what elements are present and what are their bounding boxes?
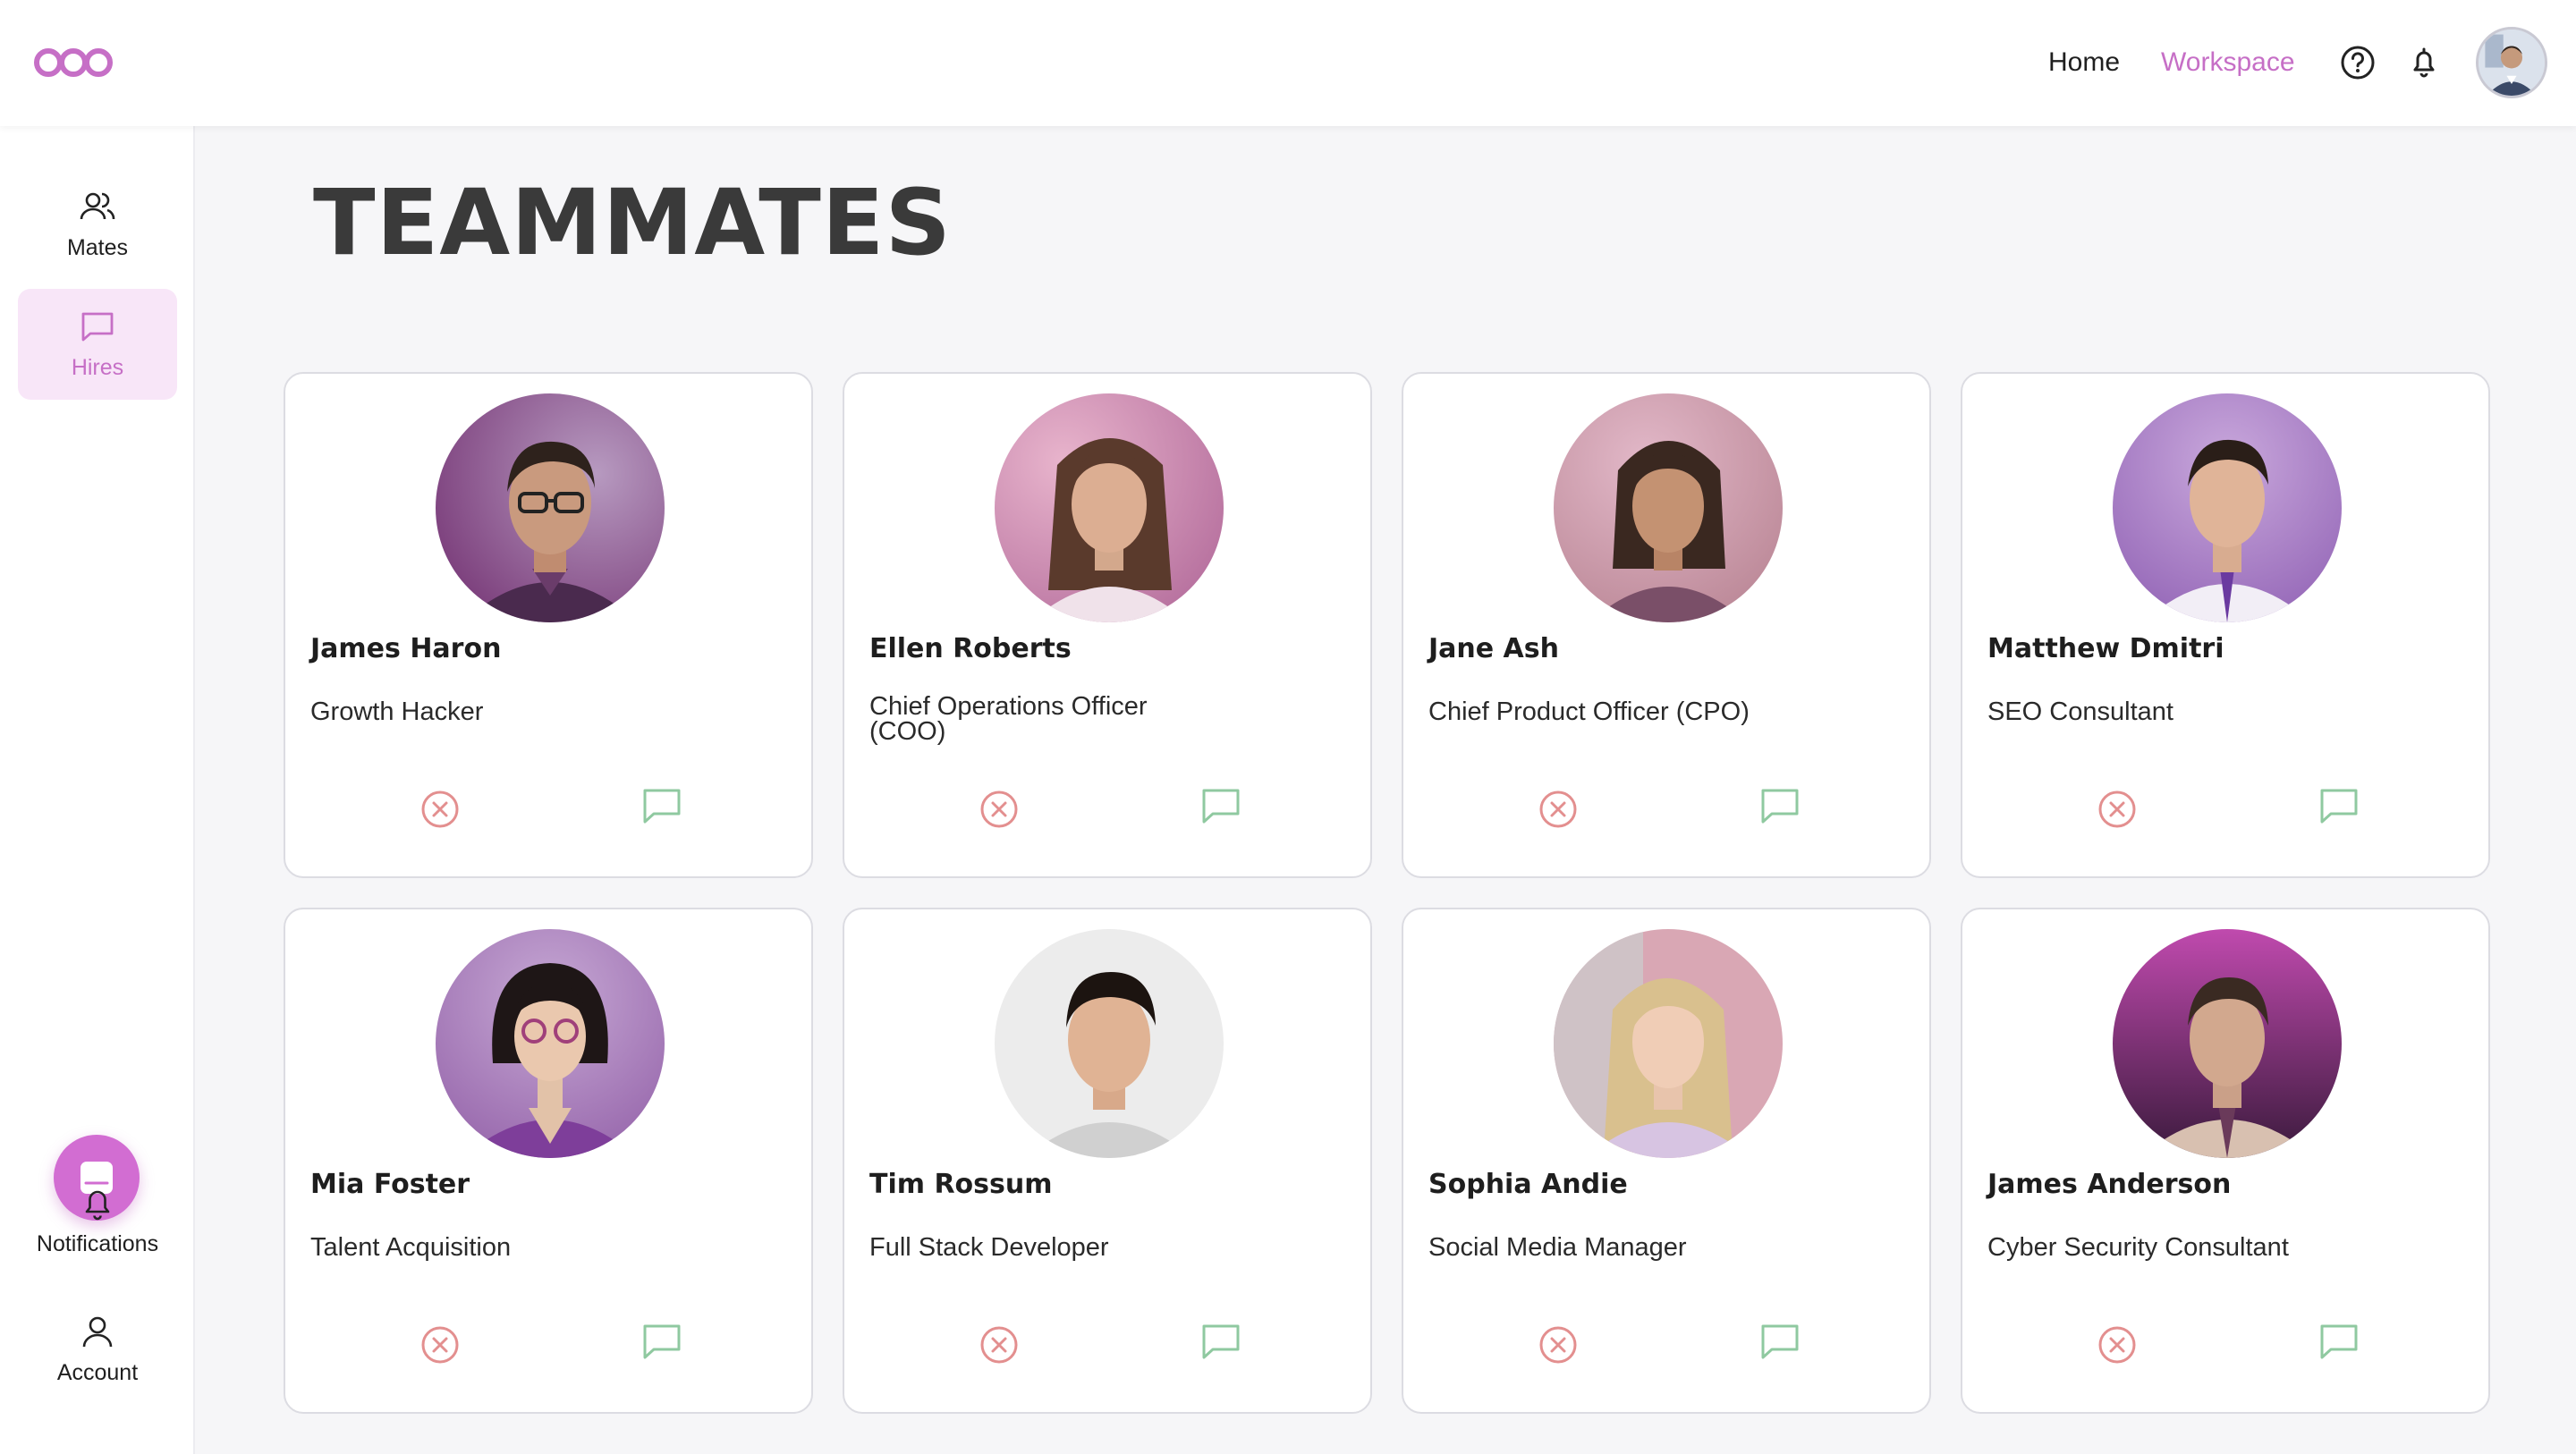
- bell-icon[interactable]: [2406, 45, 2442, 80]
- chat-bubble-icon[interactable]: [2318, 1321, 2360, 1362]
- user-avatar[interactable]: [2476, 27, 2547, 98]
- teammate-card[interactable]: James Haron Growth Hacker: [284, 372, 813, 878]
- teammate-name: Sophia Andie: [1428, 1169, 1628, 1200]
- users-icon: [80, 192, 115, 220]
- user-icon: [82, 1316, 113, 1348]
- remove-circle-icon[interactable]: [2097, 1324, 2138, 1365]
- nav-workspace-link[interactable]: Workspace: [2161, 45, 2295, 80]
- teammate-card[interactable]: Sophia Andie Social Media Manager: [1402, 908, 1931, 1414]
- chat-bubble-icon[interactable]: [641, 785, 682, 826]
- top-bar: Home Workspace: [0, 0, 2576, 126]
- teammate-card[interactable]: Mia Foster Talent Acquisition: [284, 908, 813, 1414]
- teammate-photo: [436, 393, 665, 622]
- nav-home-link[interactable]: Home: [2048, 45, 2120, 80]
- teammate-photo: [1554, 929, 1783, 1158]
- remove-circle-icon[interactable]: [2097, 789, 2138, 830]
- teammate-name: Ellen Roberts: [869, 633, 1072, 664]
- remove-circle-icon[interactable]: [419, 789, 461, 830]
- sidebar-item-label: Hires: [71, 355, 124, 380]
- remove-circle-icon[interactable]: [979, 789, 1020, 830]
- sidebar-item-hires[interactable]: Hires: [18, 289, 177, 400]
- sidebar-item-notifications[interactable]: Notifications: [18, 1165, 177, 1276]
- sidebar: Mates Hires Notifications Account: [0, 126, 195, 1454]
- teammate-name: Jane Ash: [1428, 633, 1559, 664]
- teammate-card[interactable]: James Anderson Cyber Security Consultant: [1961, 908, 2490, 1414]
- teammate-photo: [995, 929, 1224, 1158]
- chat-bubble-icon[interactable]: [2318, 785, 2360, 826]
- chat-bubble-icon[interactable]: [1200, 1321, 1241, 1362]
- chat-bubble-icon[interactable]: [1759, 785, 1801, 826]
- teammate-photo: [2113, 929, 2342, 1158]
- teammate-role: Cyber Security Consultant: [1987, 1233, 2289, 1262]
- remove-circle-icon[interactable]: [1538, 1324, 1579, 1365]
- bell-icon: [85, 1190, 110, 1221]
- sidebar-item-account[interactable]: Account: [18, 1294, 177, 1405]
- teammate-role: Chief Product Officer (CPO): [1428, 697, 1750, 726]
- help-icon[interactable]: [2340, 45, 2376, 80]
- page-title: TEAMMATES: [313, 170, 952, 276]
- sidebar-item-label: Account: [56, 1360, 139, 1385]
- teammate-role: Social Media Manager: [1428, 1233, 1687, 1262]
- chat-bubble-icon[interactable]: [1200, 785, 1241, 826]
- chat-bubble-icon[interactable]: [1759, 1321, 1801, 1362]
- teammate-card[interactable]: Ellen Roberts Chief Operations Officer (…: [843, 372, 1372, 878]
- teammate-photo: [436, 929, 665, 1158]
- teammate-role: Talent Acquisition: [310, 1233, 512, 1262]
- teammate-name: Matthew Dmitri: [1987, 633, 2224, 664]
- chat-icon: [81, 312, 114, 342]
- teammate-name: Mia Foster: [310, 1169, 470, 1200]
- remove-circle-icon[interactable]: [979, 1324, 1020, 1365]
- sidebar-item-label: Notifications: [36, 1231, 159, 1256]
- chat-bubble-icon[interactable]: [641, 1321, 682, 1362]
- teammate-role: Full Stack Developer: [869, 1233, 1109, 1262]
- teammate-role: Growth Hacker: [310, 697, 484, 726]
- teammate-name: Tim Rossum: [869, 1169, 1053, 1200]
- teammate-photo: [2113, 393, 2342, 622]
- teammate-role: SEO Consultant: [1987, 697, 2174, 726]
- teammate-name: James Haron: [310, 633, 502, 664]
- teammate-name: James Anderson: [1987, 1169, 2232, 1200]
- teammate-card[interactable]: Tim Rossum Full Stack Developer: [843, 908, 1372, 1414]
- teammate-card[interactable]: Jane Ash Chief Product Officer (CPO): [1402, 372, 1931, 878]
- teammate-photo: [995, 393, 1224, 622]
- teammate-photo: [1554, 393, 1783, 622]
- teammate-role: Chief Operations Officer (COO): [869, 692, 1148, 746]
- sidebar-item-mates[interactable]: Mates: [18, 169, 177, 280]
- teammate-card[interactable]: Matthew Dmitri SEO Consultant: [1961, 372, 2490, 878]
- remove-circle-icon[interactable]: [419, 1324, 461, 1365]
- sidebar-item-label: Mates: [66, 235, 129, 260]
- remove-circle-icon[interactable]: [1538, 789, 1579, 830]
- infinity-logo[interactable]: [32, 45, 114, 80]
